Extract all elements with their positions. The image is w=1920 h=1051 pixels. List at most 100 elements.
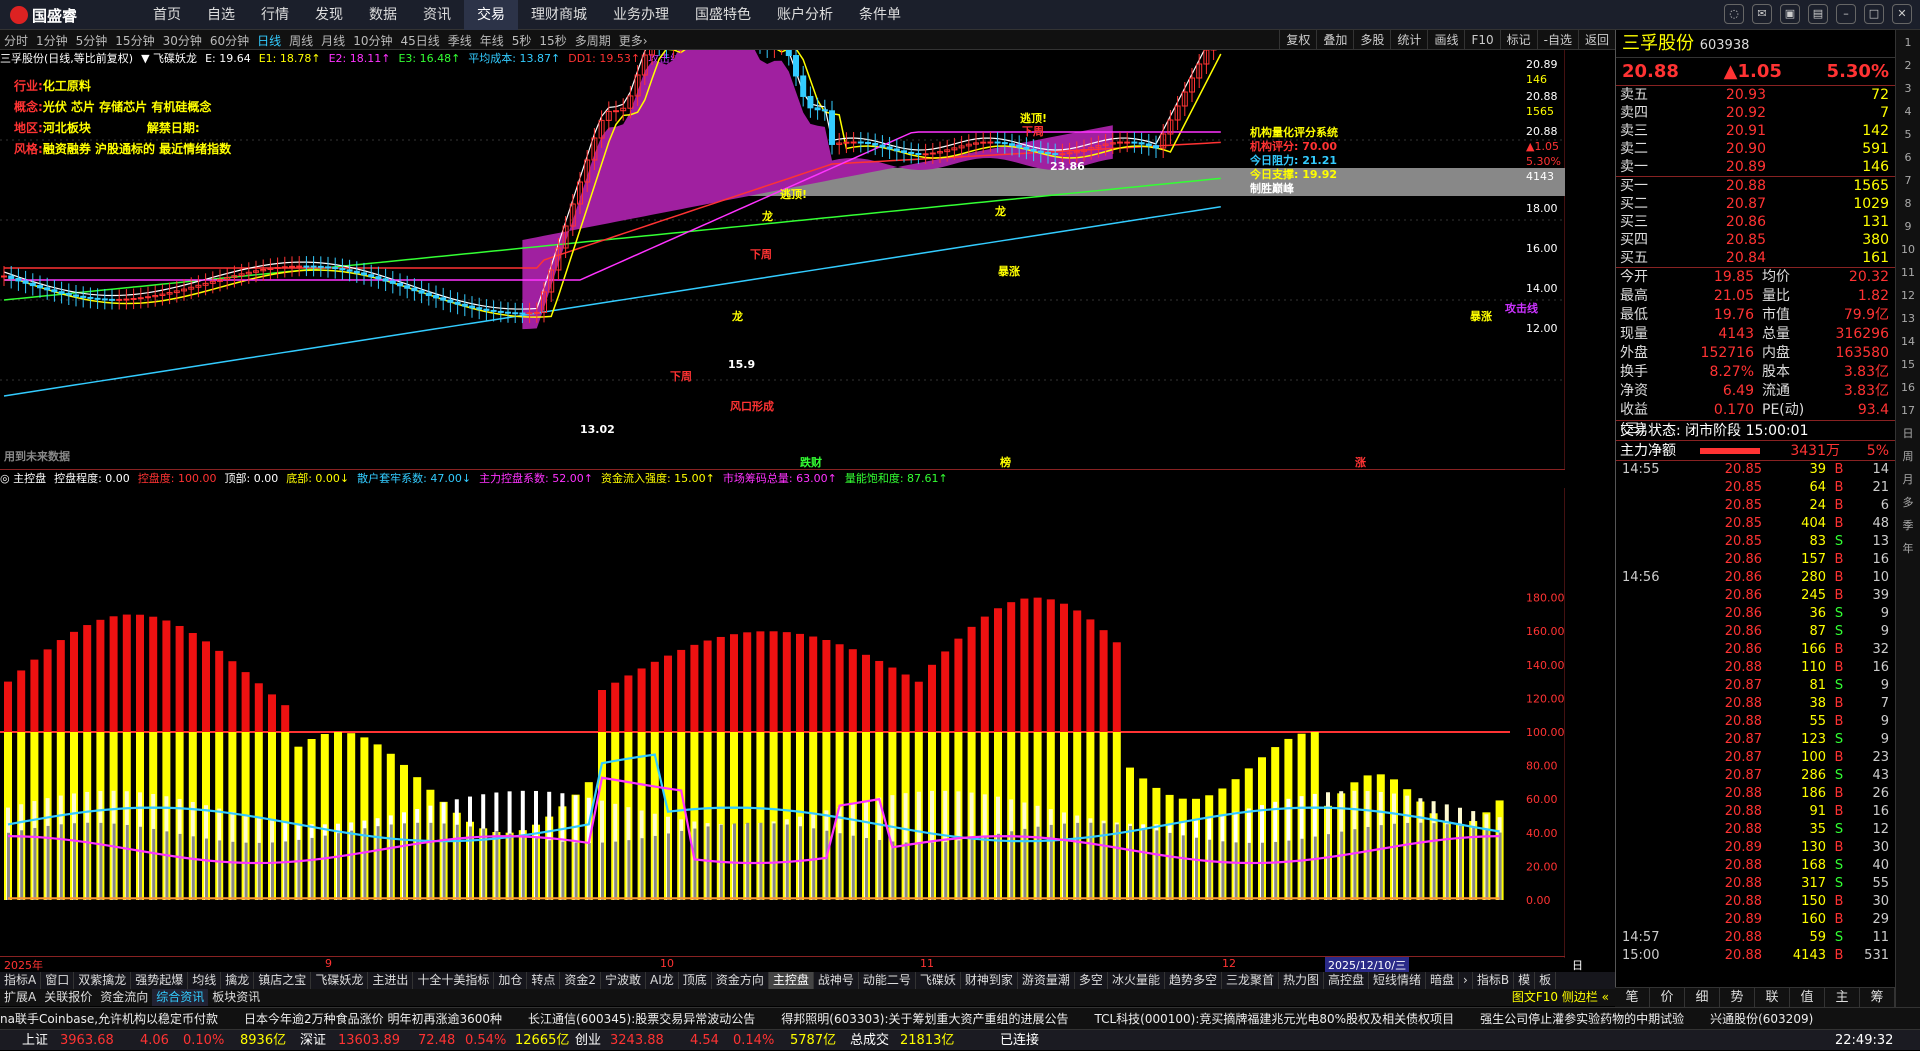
news-item-2[interactable]: 长江通信(600345):股票交易异常波动公告 <box>528 1008 755 1029</box>
indicator-tab-32[interactable]: 指标B <box>1473 972 1515 989</box>
panel-tab-0[interactable]: 笔 <box>1615 988 1650 1007</box>
indicator-tab-14[interactable]: AI龙 <box>646 972 679 989</box>
period-tab-11[interactable]: 季线 <box>444 31 476 51</box>
buy-row-0[interactable]: 买一 20.88 1565 <box>1616 177 1895 195</box>
tool-button-5[interactable]: F10 <box>1464 30 1499 50</box>
sell-row-2[interactable]: 卖三 20.91 142 <box>1616 122 1895 140</box>
f10-sidebar-toggle[interactable]: 图文F10 侧边栏 « <box>1512 989 1609 1006</box>
panel-tab-5[interactable]: 值 <box>1790 988 1825 1007</box>
buy-row-3[interactable]: 买四 20.85 380 <box>1616 231 1895 249</box>
indicator-tab-34[interactable]: 板 <box>1535 972 1557 989</box>
sidebar-button-18[interactable]: 周 <box>1897 447 1919 467</box>
menu-item-5[interactable]: 资讯 <box>410 0 464 30</box>
info-tab-4[interactable]: 板块资讯 <box>208 989 264 1006</box>
tool-button-6[interactable]: 标记 <box>1499 30 1537 50</box>
info-tab-3[interactable]: 综合资讯 <box>152 989 209 1006</box>
kline-chart-area[interactable]: 三孚股份(日线,等比前复权) ▼ 飞碟妖龙 E: 19.64 E1: 18.78↑ E2… <box>0 50 1565 470</box>
period-tab-10[interactable]: 45日线 <box>396 31 443 51</box>
sidebar-button-1[interactable]: 2 <box>1897 56 1919 76</box>
indicator-tab-28[interactable]: 高控盘 <box>1324 972 1370 989</box>
panel-tab-2[interactable]: 细 <box>1685 988 1720 1007</box>
news-ticker[interactable]: na联手Coinbase,允许机构以稳定币付款 日本今年逾2万种食品涨价 明年初再… <box>0 1007 1920 1029</box>
period-tab-3[interactable]: 15分钟 <box>111 31 158 51</box>
period-tab-0[interactable]: 分时 <box>0 31 32 51</box>
sidebar-button-16[interactable]: 17 <box>1897 401 1919 421</box>
menu-item-0[interactable]: 首页 <box>140 0 194 30</box>
menu-item-3[interactable]: 发现 <box>302 0 356 30</box>
menu-item-8[interactable]: 业务办理 <box>600 0 682 30</box>
tool-button-7[interactable]: -自选 <box>1536 30 1578 50</box>
indicator-tab-11[interactable]: 转点 <box>527 972 561 989</box>
sidebar-button-9[interactable]: 10 <box>1897 240 1919 260</box>
indicator-tab-30[interactable]: 暗盘 <box>1426 972 1460 989</box>
period-tab-12[interactable]: 年线 <box>476 31 508 51</box>
tool-button-3[interactable]: 统计 <box>1390 30 1427 50</box>
sidebar-button-22[interactable]: 年 <box>1897 539 1919 559</box>
panel-tab-3[interactable]: 势 <box>1720 988 1755 1007</box>
news-item-1[interactable]: 日本今年逾2万种食品涨价 明年初再涨逾3600种 <box>244 1008 502 1029</box>
indicator-tab-13[interactable]: 宁波敢 <box>601 972 647 989</box>
sidebar-button-7[interactable]: 8 <box>1897 194 1919 214</box>
indicator-tab-5[interactable]: 擒龙 <box>221 972 255 989</box>
period-tab-16[interactable]: 更多› <box>615 31 652 51</box>
indicator-tab-24[interactable]: 冰火量能 <box>1108 972 1165 989</box>
indicator-tab-25[interactable]: 趋势多空 <box>1165 972 1222 989</box>
indicator-tab-6[interactable]: 镇店之宝 <box>254 972 312 989</box>
tool-button-2[interactable]: 多股 <box>1353 30 1390 50</box>
sidebar-button-14[interactable]: 15 <box>1897 355 1919 375</box>
indicator-tab-12[interactable]: 资金2 <box>560 972 602 989</box>
indicator-tab-29[interactable]: 短线情绪 <box>1369 972 1427 989</box>
menu-item-11[interactable]: 条件单 <box>846 0 914 30</box>
info-tab-2[interactable]: 资金流向 <box>96 989 152 1006</box>
skin-icon[interactable]: ▤ <box>1808 4 1828 24</box>
sidebar-button-15[interactable]: 16 <box>1897 378 1919 398</box>
indicator-tab-26[interactable]: 三龙聚首 <box>1222 972 1279 989</box>
indicator-tab-33[interactable]: 模 <box>1514 972 1536 989</box>
sidebar-button-21[interactable]: 季 <box>1897 516 1919 536</box>
panel-tab-6[interactable]: 主 <box>1825 988 1860 1007</box>
period-tab-2[interactable]: 5分钟 <box>72 31 112 51</box>
sidebar-button-6[interactable]: 7 <box>1897 171 1919 191</box>
news-item-6[interactable]: 兴通股份(603209) <box>1710 1008 1813 1029</box>
indicator-tab-7[interactable]: 飞碟妖龙 <box>311 972 369 989</box>
sell-row-4[interactable]: 卖一 20.89 146 <box>1616 158 1895 176</box>
panel-tab-7[interactable]: 筹 <box>1860 988 1895 1007</box>
sidebar-button-3[interactable]: 4 <box>1897 102 1919 122</box>
indicator-tab-8[interactable]: 主进出 <box>368 972 414 989</box>
kline-chart[interactable]: 20.89 146 20.88 1565 20.88 ▲1.05 5.30% 4143 18.0… <box>0 50 1565 470</box>
indicator-tab-20[interactable]: 飞碟妖 <box>916 972 961 989</box>
news-item-0[interactable]: na联手Coinbase,允许机构以稳定币付款 <box>0 1008 218 1029</box>
sidebar-button-11[interactable]: 12 <box>1897 286 1919 306</box>
sidebar-button-19[interactable]: 月 <box>1897 470 1919 490</box>
period-tab-14[interactable]: 15秒 <box>535 31 570 51</box>
menu-item-7[interactable]: 理财商城 <box>518 0 600 30</box>
indicator-tab-10[interactable]: 加仓 <box>494 972 528 989</box>
indicator-tab-9[interactable]: 十全十美指标 <box>413 972 495 989</box>
period-tab-7[interactable]: 周线 <box>285 31 317 51</box>
indicator-tab-22[interactable]: 游资量潮 <box>1018 972 1075 989</box>
news-item-5[interactable]: 强生公司停止灌参实验药物的中期试验 <box>1480 1008 1684 1029</box>
menu-item-1[interactable]: 自选 <box>194 0 248 30</box>
period-tab-4[interactable]: 30分钟 <box>159 31 206 51</box>
sidebar-button-4[interactable]: 5 <box>1897 125 1919 145</box>
indicator-tab-21[interactable]: 财神到家 <box>961 972 1018 989</box>
tool-button-8[interactable]: 返回 <box>1577 30 1615 50</box>
buy-row-1[interactable]: 买二 20.87 1029 <box>1616 195 1895 213</box>
indicator-tab-0[interactable]: 指标A <box>0 972 42 989</box>
sell-row-0[interactable]: 卖五 20.93 72 <box>1616 86 1895 104</box>
close-icon[interactable]: ✕ <box>1892 4 1912 24</box>
menu-item-9[interactable]: 国盛特色 <box>682 0 764 30</box>
indicator-tab-18[interactable]: 战神号 <box>814 972 859 989</box>
tool-button-4[interactable]: 画线 <box>1427 30 1464 50</box>
indicator-tab-1[interactable]: 窗口 <box>41 972 75 989</box>
period-tab-9[interactable]: 10分钟 <box>349 31 396 51</box>
sell-row-3[interactable]: 卖二 20.90 591 <box>1616 140 1895 158</box>
indicator-tab-2[interactable]: 双紫擒龙 <box>74 972 132 989</box>
sz-index-label[interactable]: 深证 <box>300 1030 326 1051</box>
sidebar-button-20[interactable]: 多 <box>1897 493 1919 513</box>
indicator-tab-17[interactable]: 主控盘 <box>768 972 814 989</box>
sidebar-button-17[interactable]: 日 <box>1897 424 1919 444</box>
message-icon[interactable]: ✉ <box>1752 4 1772 24</box>
indicator-tab-31[interactable]: › <box>1459 972 1473 989</box>
indicator-tab-27[interactable]: 热力图 <box>1279 972 1324 989</box>
